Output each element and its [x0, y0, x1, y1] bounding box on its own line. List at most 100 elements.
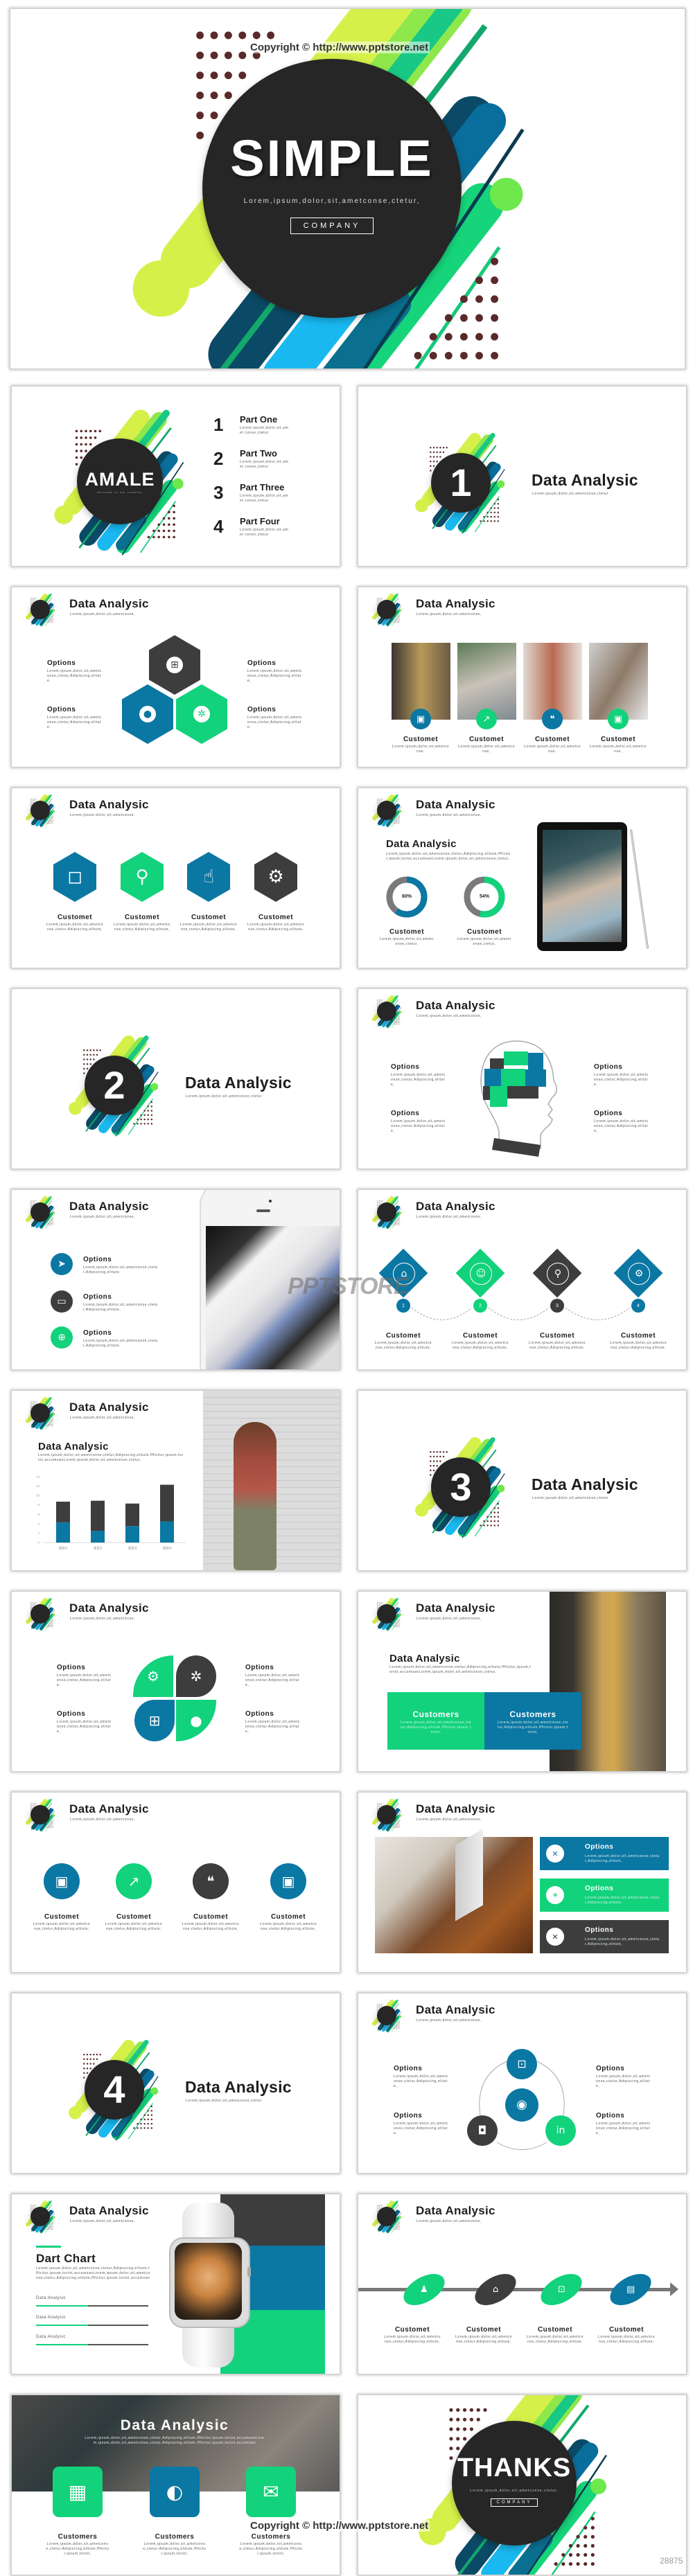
decor-dot — [430, 1460, 432, 1462]
header-subtitle: Lorem,ipsum,dolor,sit,ametconse, — [70, 2219, 135, 2223]
decor-dot — [30, 803, 32, 804]
logo-circle — [376, 2206, 397, 2227]
decor-dot — [398, 1020, 400, 1022]
decor-dot — [398, 619, 400, 620]
x-category-label: 类别1 — [59, 1546, 68, 1551]
decor-dot — [133, 2127, 135, 2129]
decor-dot — [25, 614, 30, 619]
decor-dot — [398, 1824, 400, 1825]
decor-dot — [52, 1220, 53, 1221]
decor-dot — [398, 2221, 400, 2223]
decor-dot — [497, 1511, 500, 1513]
globe-icon-glyph: ⊕ — [58, 1332, 66, 1343]
apple-icon: ● — [190, 1712, 202, 1729]
mute-icon-glyph: ✕ — [552, 1849, 559, 1858]
decor-dot — [469, 2426, 473, 2431]
decor-dot — [51, 1626, 52, 1627]
decor-dot — [490, 507, 492, 509]
decor-dot — [376, 1804, 378, 1806]
decor-dot — [89, 1058, 91, 1060]
header-subtitle: Lorem,ipsum,dolor,sit,ametconse, — [416, 1014, 482, 1018]
decor-dot — [137, 1118, 139, 1121]
decor-dot — [46, 621, 47, 623]
decor-dot — [96, 1054, 98, 1056]
decor-dot — [371, 614, 376, 619]
decor-dot — [486, 515, 489, 518]
gear-icon: ⚙ — [267, 867, 284, 887]
decor-dot — [376, 1606, 378, 1608]
decor-dot — [79, 429, 82, 432]
item-text: Lorem,ipsum,dolor,sit,ametconse,ctetur,A… — [455, 2335, 513, 2344]
decor-dot — [486, 1520, 489, 1522]
decor-dot — [93, 1058, 95, 1060]
decor-dot — [590, 2478, 606, 2494]
decor-dot — [380, 599, 382, 601]
decor-dot — [93, 2058, 95, 2061]
decor-dot — [83, 2067, 85, 2070]
decor-dot — [172, 477, 184, 489]
decor-dot — [371, 1619, 376, 1624]
decor-dot — [46, 1827, 47, 1828]
decor-dot — [89, 1063, 91, 1065]
decor-dot — [150, 1114, 153, 1117]
header-title: Data Analysic — [416, 1601, 495, 1615]
decor-dot — [30, 800, 32, 801]
decor-dot — [442, 447, 445, 449]
decor-dot — [395, 1223, 396, 1224]
decor-dot — [475, 351, 483, 359]
palette-icon: ◐ — [166, 2480, 184, 2503]
decor-dot — [150, 2087, 159, 2095]
decor-dot — [448, 2408, 453, 2412]
logo-circle — [376, 599, 397, 620]
decor-dot — [490, 1511, 492, 1513]
decor-dot — [147, 1123, 149, 1125]
option-text: Lorem,ipsum,dolor,sit,ametconse,ctetur,A… — [394, 2075, 448, 2088]
decor-dot — [25, 1217, 30, 1222]
decor-dot — [398, 1620, 400, 1622]
decor-dot — [378, 2206, 380, 2208]
decor-dot — [150, 1118, 153, 1121]
decor-dot — [396, 1827, 397, 1828]
decor-dot — [75, 449, 78, 452]
step-number: 4 — [631, 1299, 645, 1313]
logo-circle — [376, 1804, 397, 1825]
hexagon-icon-tile: ⚲ — [121, 852, 164, 902]
decor-dot — [486, 520, 489, 522]
decor-dot — [172, 529, 175, 532]
decor-dot — [172, 510, 175, 513]
decor-dot — [52, 822, 53, 824]
item-label: Customers — [155, 2533, 195, 2541]
decor-dot — [47, 1827, 49, 1828]
decor-dot — [52, 2215, 55, 2219]
hexagon-icon-tile: ☝ — [187, 852, 230, 902]
option-text: Lorem,ipsum,dolor,sit,ametconse,ctetur,A… — [247, 669, 302, 683]
decor-dot — [380, 1804, 382, 1806]
decor-dot — [378, 599, 380, 601]
decor-dot — [94, 436, 96, 439]
decor-dot — [25, 815, 30, 820]
decor-dot — [392, 2228, 394, 2230]
decor-dot — [49, 1824, 51, 1825]
stylus-pen — [629, 828, 649, 950]
decor-dot — [47, 821, 49, 822]
header-title: Data Analysic — [416, 2204, 495, 2217]
progress-fill — [36, 2344, 88, 2345]
agenda-number: 4 — [213, 516, 224, 537]
option-label: Options — [596, 2112, 625, 2120]
decor-dot — [30, 801, 32, 803]
company-button[interactable]: COMPANY — [490, 2498, 538, 2507]
decor-dot — [396, 1022, 397, 1023]
decor-dot — [376, 1200, 378, 1201]
decor-dot — [83, 2072, 85, 2075]
decor-dot — [395, 2228, 396, 2230]
option-label: Options — [594, 1063, 623, 1071]
final-text: Lorem,ipsum,dolor,sit,ametconse,ctetur,A… — [85, 2436, 265, 2445]
bar-segment-0 — [91, 1531, 105, 1543]
mute-icon: ✕ — [546, 1928, 564, 1946]
decor-dot — [79, 456, 82, 459]
item-label: Customet — [403, 736, 439, 743]
decor-dot — [430, 451, 432, 454]
decor-dot — [396, 617, 397, 619]
item-text: Lorem,ipsum,dolor,sit,ametconse,ctetur,A… — [609, 1341, 667, 1350]
company-button[interactable]: COMPANY — [290, 217, 374, 234]
